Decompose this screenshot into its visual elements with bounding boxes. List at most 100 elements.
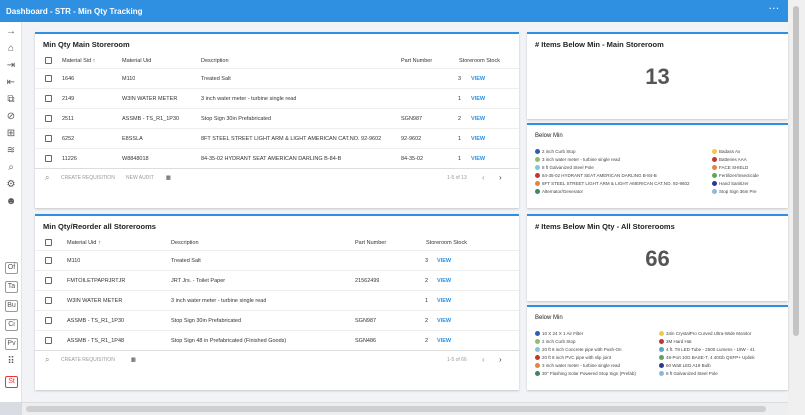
row-checkbox[interactable] xyxy=(45,95,52,102)
legend-label: 84-35-02 HYDRANT SEAT AMERICAN DARLING B… xyxy=(542,173,657,178)
chevron-left-icon[interactable]: ‹ xyxy=(482,355,485,364)
select-all-checkbox[interactable] xyxy=(45,57,52,64)
barcode-icon[interactable]: ▥ xyxy=(166,175,171,181)
table-row[interactable]: 1646 M110 Treated Salt 3 VIEW xyxy=(35,68,519,88)
table-row[interactable]: 11226 W8848018 84-35-02 HYDRANT SEAT AME… xyxy=(35,148,519,168)
view-link[interactable]: VIEW xyxy=(437,278,451,284)
chevron-right-icon[interactable]: › xyxy=(499,355,502,364)
search-icon[interactable]: ⌕ xyxy=(45,173,49,183)
export-icon[interactable]: ⇥ xyxy=(4,60,18,72)
view-link[interactable]: VIEW xyxy=(437,338,451,344)
view-link[interactable]: VIEW xyxy=(471,76,485,82)
search-icon[interactable]: ⌕ xyxy=(4,162,18,174)
barcode-icon[interactable]: ▥ xyxy=(131,357,136,363)
legend-swatch xyxy=(535,149,540,154)
col-material-uid[interactable]: Material Uid ↑ xyxy=(67,240,101,246)
col-part-number[interactable]: Part Number xyxy=(401,58,432,64)
col-material-uid[interactable]: Material Uid xyxy=(122,58,151,64)
cell-stock: 1 xyxy=(458,95,462,102)
table-row[interactable]: ASSMB - TS_R1_1P48 Stop Sign 48 in Prefa… xyxy=(35,330,519,350)
table-row[interactable]: 2511 ASSMB - TS_R1_1P30 Stop Sign 30in P… xyxy=(35,108,519,128)
col-description[interactable]: Description xyxy=(201,58,229,64)
row-checkbox[interactable] xyxy=(45,115,52,122)
legend-label: 30" Flashing Solar Powered Stop Sign (Pr… xyxy=(542,371,636,376)
row-checkbox[interactable] xyxy=(45,297,52,304)
row-checkbox[interactable] xyxy=(45,257,52,264)
row-checkbox[interactable] xyxy=(45,155,52,162)
shortcut-bu[interactable]: Bu xyxy=(5,300,18,312)
settings-icon[interactable]: ⚙ xyxy=(4,179,18,191)
horizontal-scrollbar[interactable] xyxy=(22,402,788,415)
col-storeroom-stock[interactable]: Storeroom Stock xyxy=(426,240,467,246)
create-requisition-button[interactable]: CREATE REQUISITION xyxy=(61,175,115,181)
add-box-icon[interactable]: ⊞ xyxy=(4,128,18,140)
view-link[interactable]: VIEW xyxy=(471,96,485,102)
kpi-value: 66 xyxy=(645,246,670,271)
view-link[interactable]: VIEW xyxy=(471,116,485,122)
table-row[interactable]: FMTOILETPAPRJRTJR JRT Jrs. - Toilet Pape… xyxy=(35,270,519,290)
table-row[interactable]: 6252 E8SSLA 8FT STEEL STREET LIGHT ARM &… xyxy=(35,128,519,148)
select-all-checkbox[interactable] xyxy=(45,239,52,246)
legend-item: FACE SHIELD xyxy=(712,165,748,170)
home-icon[interactable]: ⌂ xyxy=(4,43,18,55)
user-icon[interactable]: ☻ xyxy=(4,196,18,208)
legend-item: 3M Hard Hat xyxy=(659,339,692,344)
row-checkbox[interactable] xyxy=(45,337,52,344)
cell-uid: ASSMB - TS_R1_1P48 xyxy=(67,337,125,344)
table-toolbar: ⌕ CREATE REQUISITION ▥ 1-5 of 66 ‹ › xyxy=(35,350,519,368)
chevron-left-icon[interactable]: ‹ xyxy=(482,173,485,182)
shortcut-ci[interactable]: Ci xyxy=(5,319,18,331)
cell-uid: W3IN WATER METER xyxy=(67,297,123,304)
shortcut-pv[interactable]: Pv xyxy=(5,338,18,350)
layers-icon[interactable]: ≋ xyxy=(4,145,18,157)
import-icon[interactable]: ⇤ xyxy=(4,77,18,89)
cell-uid: W3IN WATER METER xyxy=(122,95,178,102)
card-title: Min Qty/Reorder all Storerooms xyxy=(43,222,156,231)
block-icon[interactable]: ⊘ xyxy=(4,111,18,123)
cell-uid: FMTOILETPAPRJRTJR xyxy=(67,277,126,284)
legend-swatch xyxy=(535,189,540,194)
view-link[interactable]: VIEW xyxy=(471,156,485,162)
more-menu-icon[interactable]: ··· xyxy=(769,4,780,13)
col-storeroom-stock[interactable]: Storeroom Stock xyxy=(459,58,500,64)
col-material-sid[interactable]: Material Sid ↑ xyxy=(62,58,95,64)
arrow-right-icon[interactable]: → xyxy=(4,26,18,38)
view-link[interactable]: VIEW xyxy=(437,298,451,304)
table-row[interactable]: ASSMB - TS_R1_1P30 Stop Sign 30in Prefab… xyxy=(35,310,519,330)
row-checkbox[interactable] xyxy=(45,75,52,82)
new-audit-button[interactable]: NEW AUDIT xyxy=(126,175,154,181)
row-checkbox[interactable] xyxy=(45,317,52,324)
col-part-number[interactable]: Part Number xyxy=(355,240,386,246)
search-icon[interactable]: ⌕ xyxy=(45,355,49,365)
row-checkbox[interactable] xyxy=(45,277,52,284)
legend-item: 30" Flashing Solar Powered Stop Sign (Pr… xyxy=(535,371,636,376)
cell-part: 21562499 xyxy=(355,277,380,284)
cell-desc: JRT Jrs. - Toilet Paper xyxy=(171,277,226,284)
col-description[interactable]: Description xyxy=(171,240,199,246)
legend-swatch xyxy=(712,165,717,170)
view-link[interactable]: VIEW xyxy=(471,136,485,142)
kpi-main-card: # Items Below Min - Main Storeroom 13 xyxy=(527,32,788,119)
scrollbar-thumb[interactable] xyxy=(26,406,766,412)
legend-swatch xyxy=(535,339,540,344)
table-row[interactable]: 2149 W3IN WATER METER 3 inch water meter… xyxy=(35,88,519,108)
copy-icon[interactable]: ⧉ xyxy=(4,94,18,106)
shortcut-ta[interactable]: Ta xyxy=(5,281,18,293)
legend-label: 34in CrystalPro Curved Ultra-Wide Monito… xyxy=(666,331,752,336)
view-link[interactable]: VIEW xyxy=(437,318,451,324)
view-link[interactable]: VIEW xyxy=(437,258,451,264)
apps-grid-icon[interactable]: ⠿ xyxy=(4,356,18,368)
vertical-scrollbar[interactable] xyxy=(788,0,805,415)
table-row[interactable]: M110 Treated Salt 3 VIEW xyxy=(35,250,519,270)
row-checkbox[interactable] xyxy=(45,135,52,142)
legend-label: Hand Sanitizer xyxy=(719,181,749,186)
legend-label: 8 ft Galvanized Steel Pole xyxy=(542,165,594,170)
shortcut-of[interactable]: Of xyxy=(5,262,18,274)
legend-item: Stop Sign 36in Pre xyxy=(712,189,757,194)
cell-sid: 1646 xyxy=(62,75,75,82)
chevron-right-icon[interactable]: › xyxy=(499,173,502,182)
shortcut-st[interactable]: St xyxy=(5,376,18,388)
table-row[interactable]: W3IN WATER METER 3 inch water meter - tu… xyxy=(35,290,519,310)
scrollbar-thumb[interactable] xyxy=(793,6,799,336)
create-requisition-button[interactable]: CREATE REQUISITION xyxy=(61,357,115,363)
